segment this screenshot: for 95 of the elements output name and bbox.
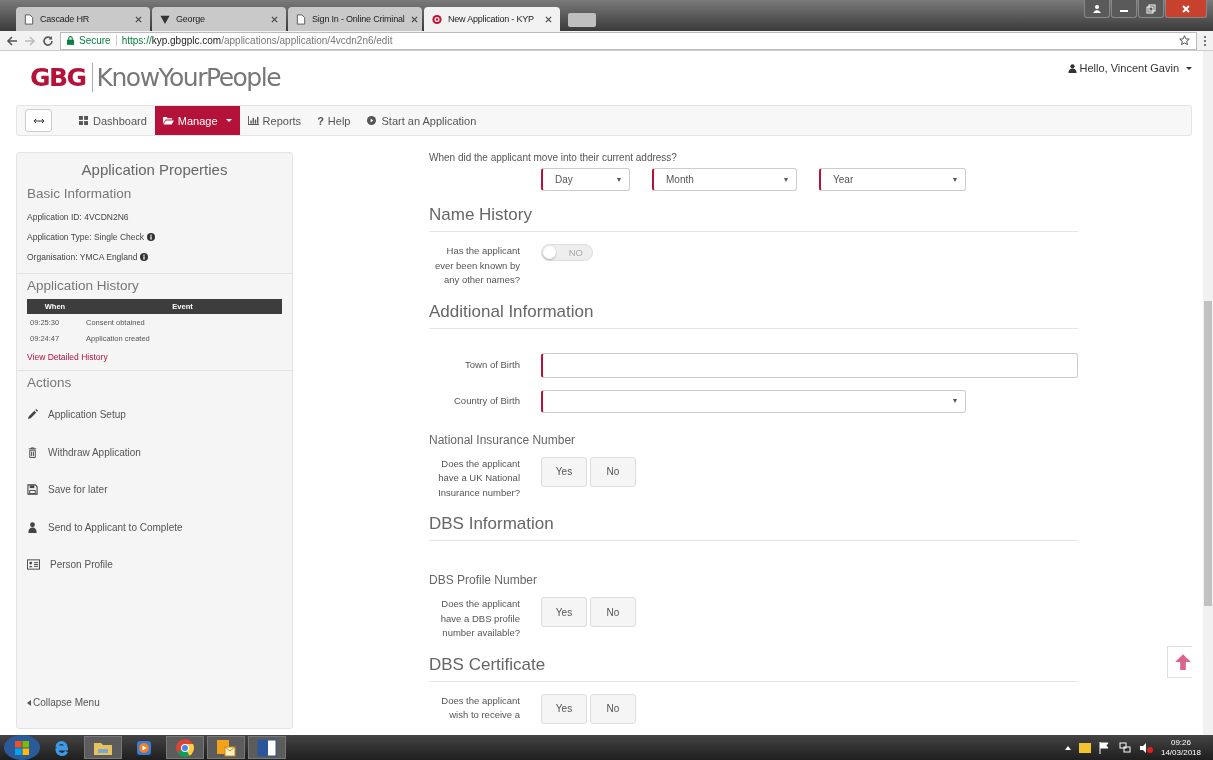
action-link[interactable]: Person Profile — [27, 546, 282, 584]
action-link[interactable]: Save for later — [27, 471, 282, 509]
show-hidden-icons[interactable] — [1064, 745, 1071, 750]
page-icon — [296, 13, 306, 25]
target-icon — [432, 13, 442, 25]
address-bar[interactable]: Secure https://kyp.gbgplc.com/applications/application/4vcdn2n6/edit — [60, 31, 1197, 50]
field-label: Country of Birth — [453, 393, 520, 408]
user-icon[interactable] — [1084, 0, 1110, 18]
dropdown[interactable]: Month — [652, 168, 797, 191]
field-label: Does the applicant have a UK National Insurance number? — [437, 456, 520, 500]
subsection-heading: National Insurance Number — [429, 432, 577, 447]
nav-item[interactable]: Start an Application — [358, 106, 485, 135]
section-heading: Actions — [27, 375, 73, 390]
envelope-app-icon[interactable] — [207, 736, 245, 759]
option-button[interactable]: No — [590, 597, 636, 627]
history-link[interactable]: View Detailed History — [27, 352, 108, 362]
collapse-menu-link[interactable]: Collapse Menu — [17, 697, 292, 728]
expand-button[interactable] — [25, 109, 52, 132]
close-icon[interactable] — [271, 15, 278, 23]
up-arrow-icon — [1173, 653, 1192, 671]
network-icon[interactable] — [1118, 741, 1131, 754]
option-button[interactable]: No — [590, 693, 636, 724]
start-button[interactable] — [4, 735, 40, 760]
nav-item[interactable]: Reports — [239, 106, 310, 135]
option-button[interactable]: Yes — [541, 597, 587, 627]
flag-icon[interactable] — [1098, 741, 1111, 754]
trash-icon — [27, 446, 38, 458]
nav-item[interactable]: Dashboard — [70, 106, 155, 135]
section-heading: Name History — [429, 191, 1078, 232]
nav-item[interactable]: Manage — [154, 106, 240, 135]
scroll-to-top-button[interactable] — [1167, 646, 1192, 678]
document-app-icon[interactable] — [248, 736, 286, 759]
close-icon[interactable] — [545, 15, 552, 23]
property-text: Application Type: Single Check — [27, 232, 145, 242]
lock-icon — [67, 36, 74, 45]
browser-tab[interactable]: Sign In - Online Criminal — [288, 7, 422, 31]
triangle-icon — [160, 13, 170, 25]
restore-icon[interactable] — [1138, 0, 1164, 18]
nav-item[interactable]: ? Help — [309, 106, 359, 135]
action-link[interactable]: Application Setup — [27, 396, 282, 434]
info-icon[interactable] — [147, 233, 156, 241]
id-card-icon — [27, 559, 40, 571]
close-icon[interactable] — [1165, 0, 1207, 18]
browser-tab[interactable]: Cascade HR — [16, 7, 150, 31]
folder-icon[interactable] — [84, 736, 122, 759]
panel-title: Application Properties — [80, 160, 229, 180]
property-text: Organisation: YMCA England — [27, 252, 138, 262]
pencil-icon — [27, 409, 38, 421]
user-icon — [1067, 63, 1077, 73]
property-text: Application ID: 4VCDN2N6 — [27, 212, 129, 222]
option-button[interactable]: No — [590, 456, 636, 487]
action-link[interactable]: Withdraw Application — [27, 433, 282, 471]
star-icon[interactable] — [1179, 35, 1190, 46]
speaker-muted-icon[interactable] — [1138, 741, 1153, 754]
circle-logo-icon[interactable] — [166, 736, 204, 759]
reload-icon[interactable] — [42, 34, 54, 47]
section-heading: Additional Information — [429, 287, 1078, 329]
field-label: Has the applicant ever been known by any other names? — [433, 244, 520, 287]
field-label: Does the applicant have a DBS profile number available? — [439, 597, 520, 640]
user-menu[interactable]: Hello, Vincent Gavin — [1067, 62, 1192, 74]
url-text: https://kyp.gbgplc.com/applications/application/4vcdn2n6/edit — [121, 35, 393, 46]
grid-icon — [78, 116, 89, 125]
folder-icon — [162, 116, 174, 125]
page-icon — [24, 13, 34, 25]
person-icon — [27, 521, 38, 533]
browser-tab[interactable]: New Application - KYP — [424, 7, 560, 31]
logo[interactable]: GBG KnowYourPeople — [30, 63, 281, 92]
dropdown[interactable]: Year — [819, 168, 966, 191]
clock[interactable]: 09:26 14/03/2018 — [1160, 737, 1201, 758]
close-icon[interactable] — [135, 15, 142, 23]
section-heading: Basic Information — [27, 186, 133, 201]
field-label: Does the applicant wish to receive a — [440, 693, 520, 722]
question-text: When did the applicant move into their current address? — [429, 152, 678, 163]
section-heading: DBS Certificate — [429, 640, 1078, 682]
scrollbar[interactable] — [1203, 51, 1213, 735]
text-field[interactable] — [541, 352, 1078, 378]
info-icon[interactable] — [140, 253, 149, 261]
play-icon — [366, 116, 378, 125]
close-icon[interactable] — [410, 15, 418, 23]
section-heading: Application History — [27, 278, 140, 293]
double-arrow-icon — [32, 117, 45, 124]
envelope-icon[interactable] — [1078, 742, 1091, 753]
subsection-heading: DBS Profile Number — [429, 573, 539, 587]
field-label: Town of Birth — [464, 357, 520, 372]
dropdown[interactable]: Day — [541, 168, 630, 191]
minimize-icon[interactable] — [1111, 0, 1137, 18]
option-button[interactable]: Yes — [541, 693, 587, 724]
browser-tab[interactable]: George — [152, 7, 286, 31]
option-button[interactable]: Yes — [541, 456, 587, 487]
secure-label: Secure — [79, 35, 111, 46]
bar-chart-icon — [247, 116, 259, 125]
back-icon[interactable] — [6, 34, 18, 47]
action-link[interactable]: Send to Applicant to Complete — [27, 508, 282, 546]
menu-icon[interactable] — [1203, 34, 1207, 47]
section-heading: DBS Information — [429, 500, 1078, 541]
